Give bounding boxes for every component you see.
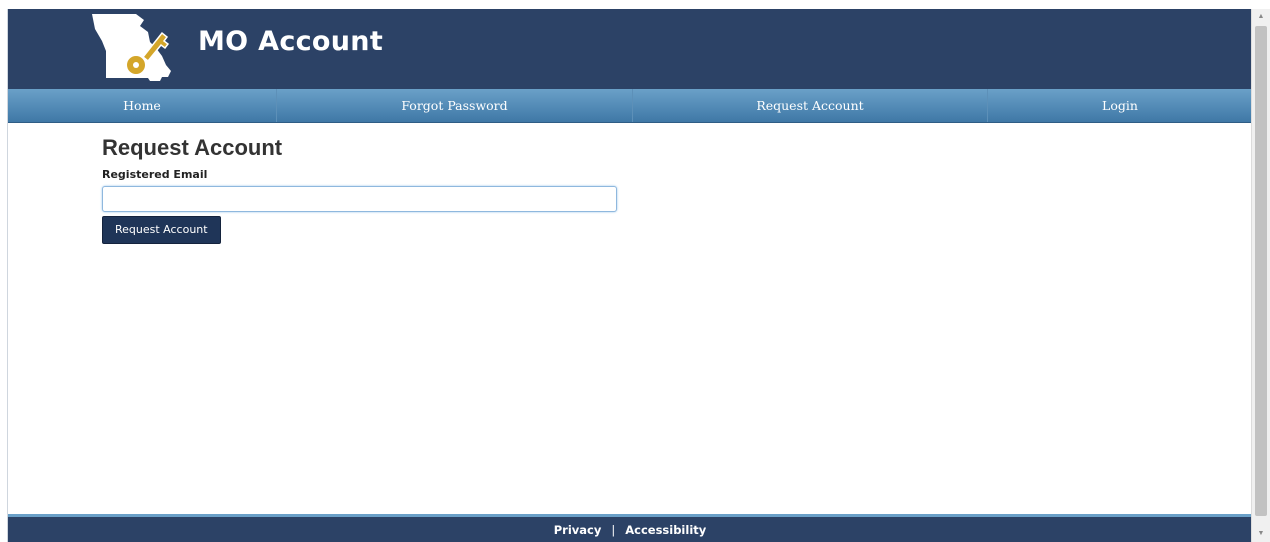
request-account-button[interactable]: Request Account	[102, 216, 221, 244]
vertical-scrollbar[interactable]: ▲ ▼	[1251, 9, 1270, 542]
accessibility-link[interactable]: Accessibility	[625, 523, 706, 537]
site-header: MO Account	[8, 9, 1252, 89]
scroll-thumb[interactable]	[1255, 26, 1267, 516]
scroll-down-arrow-icon[interactable]: ▼	[1252, 526, 1270, 542]
missouri-key-logo-icon	[92, 14, 171, 81]
footer: Privacy | Accessibility	[8, 514, 1252, 542]
nav-forgot-password[interactable]: Forgot Password	[277, 89, 633, 122]
request-account-form: Request Account Registered Email Request…	[102, 135, 617, 244]
site-brand-title[interactable]: MO Account	[198, 26, 383, 57]
nav-login[interactable]: Login	[988, 89, 1252, 122]
scroll-up-arrow-icon[interactable]: ▲	[1252, 9, 1270, 25]
nav-home[interactable]: Home	[8, 89, 277, 122]
page-title: Request Account	[102, 135, 283, 160]
privacy-link[interactable]: Privacy	[554, 523, 602, 537]
main-nav: Home Forgot Password Request Account Log…	[8, 89, 1252, 123]
browser-viewport: MO Account Home Forgot Password Request …	[7, 9, 1252, 542]
footer-separator: |	[611, 522, 616, 537]
email-label: Registered Email	[102, 168, 208, 181]
nav-request-account[interactable]: Request Account	[633, 89, 988, 122]
registered-email-input[interactable]	[102, 186, 617, 212]
